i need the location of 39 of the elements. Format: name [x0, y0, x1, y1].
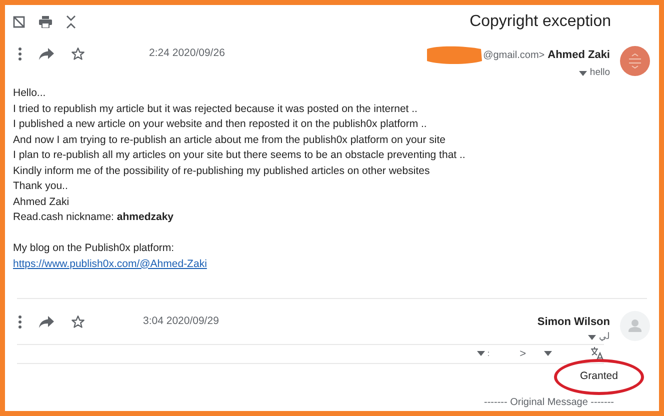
- message-time: 3:04 2020/09/29: [143, 314, 219, 329]
- message-text: Kindly inform me of the possibility of re-publishing my published articles on other websites: [13, 164, 430, 178]
- caret-icon[interactable]: [578, 70, 587, 76]
- message-text: Hello...: [13, 86, 46, 101]
- message-text: Ahmed Zaki: [13, 194, 70, 210]
- translate-icon[interactable]: [590, 347, 604, 360]
- caret-icon[interactable]: [544, 351, 552, 356]
- message-time: 2:24 2020/09/26: [149, 46, 225, 61]
- reply-text: Granted: [580, 369, 618, 384]
- caret-icon[interactable]: [477, 351, 486, 356]
- recipient: hello: [590, 66, 610, 80]
- avatar-icon: [620, 310, 650, 341]
- subject-title: Copyright exception: [470, 12, 611, 32]
- star-icon[interactable]: [71, 47, 85, 61]
- separator-text: :: [487, 348, 490, 360]
- redaction-mark: [425, 45, 484, 65]
- quoted-header: ------- Original Message -------: [484, 396, 614, 410]
- chevron-text[interactable]: >: [520, 346, 526, 362]
- message-text: Thank you..: [13, 179, 68, 194]
- message-text: I tried to republish my article but it was rejected because it was posted on the internet ..: [13, 102, 418, 116]
- sender-email: @gmail.com>: [483, 48, 545, 62]
- print-icon[interactable]: [39, 16, 52, 28]
- star-icon[interactable]: [71, 314, 85, 329]
- expand-icon[interactable]: [13, 16, 25, 28]
- blog-link[interactable]: https://www.publish0x.com/@Ahmed-Zaki: [13, 258, 207, 270]
- forward-icon[interactable]: [39, 48, 54, 60]
- caret-icon[interactable]: [588, 334, 596, 340]
- message-text: Read.cash nickname: ahmedzaky: [13, 210, 174, 225]
- collapse-icon[interactable]: [66, 15, 76, 29]
- message-text: My blog on the Publish0x platform:: [13, 241, 174, 256]
- recipient: لي: [599, 330, 610, 344]
- sender-name: Ahmed Zaki: [548, 48, 610, 63]
- message-text: And now I am trying to re-publish an article about me from the publish0x platform on your site: [13, 132, 446, 148]
- sender-name: Simon Wilson: [537, 314, 610, 330]
- message-text: I plan to re-publish all my articles on your site but there seems to be an obstacle preventing that ..: [13, 148, 466, 163]
- more-icon[interactable]: [18, 314, 22, 329]
- message-text: I published a new article on your website and then reposted it on the publish0x platform ..: [13, 117, 427, 132]
- more-icon[interactable]: [18, 47, 22, 61]
- forward-icon[interactable]: [39, 316, 54, 328]
